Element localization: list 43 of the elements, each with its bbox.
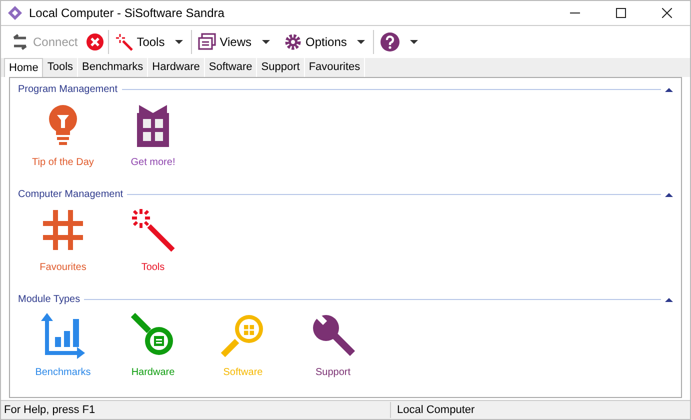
module-label: Favourites <box>40 261 86 275</box>
views-button[interactable]: Views <box>220 33 252 51</box>
app-logo-icon <box>8 6 22 20</box>
collapse-icon[interactable] <box>665 192 673 198</box>
arrows-icon <box>11 33 29 51</box>
module-label: Tip of the Day <box>32 156 94 170</box>
module-label: Software <box>223 366 263 380</box>
caret-icon[interactable] <box>174 39 183 45</box>
module-label: Tools <box>141 261 165 275</box>
module-item[interactable]: Hardware <box>108 307 198 380</box>
section-title: Computer Management <box>18 188 124 202</box>
status-text: Local Computer <box>396 402 475 418</box>
module-label: Hardware <box>131 366 175 380</box>
options-button[interactable]: Options <box>306 33 347 51</box>
module-item[interactable]: Get more! <box>108 97 198 170</box>
help-icon <box>380 32 400 52</box>
maximize-icon <box>616 8 626 18</box>
caret-icon[interactable] <box>356 39 365 45</box>
collapse-icon[interactable] <box>665 86 673 92</box>
stop-icon[interactable] <box>86 33 104 51</box>
module-item[interactable]: Benchmarks <box>18 307 108 380</box>
magic-wand-icon <box>114 33 133 51</box>
module-label: Get more! <box>130 156 176 170</box>
caret-icon[interactable] <box>410 39 418 45</box>
close-icon <box>662 8 672 18</box>
tab[interactable]: Home <box>4 58 44 77</box>
collapse-icon[interactable] <box>665 296 673 302</box>
tools-button[interactable]: Tools <box>136 33 165 51</box>
section-title: Program Management <box>18 83 118 97</box>
module-item[interactable]: Support <box>288 307 378 380</box>
gear-icon <box>284 33 302 51</box>
windows-icon <box>198 33 216 51</box>
module-item[interactable]: Tip of the Day <box>18 97 108 170</box>
module-label: Support <box>315 366 351 380</box>
module-item[interactable]: Favourites <box>18 202 108 275</box>
bar-chart-icon <box>39 311 87 359</box>
caret-icon[interactable] <box>262 39 270 45</box>
magic-wand-icon <box>129 206 177 254</box>
section-title: Module Types <box>18 293 80 307</box>
module-item[interactable]: Tools <box>108 202 198 275</box>
status-text: For Help, press F1 <box>1 402 391 418</box>
module-label: Benchmarks <box>35 366 91 380</box>
window-title: Local Computer - SiSoftware Sandra <box>29 5 224 22</box>
